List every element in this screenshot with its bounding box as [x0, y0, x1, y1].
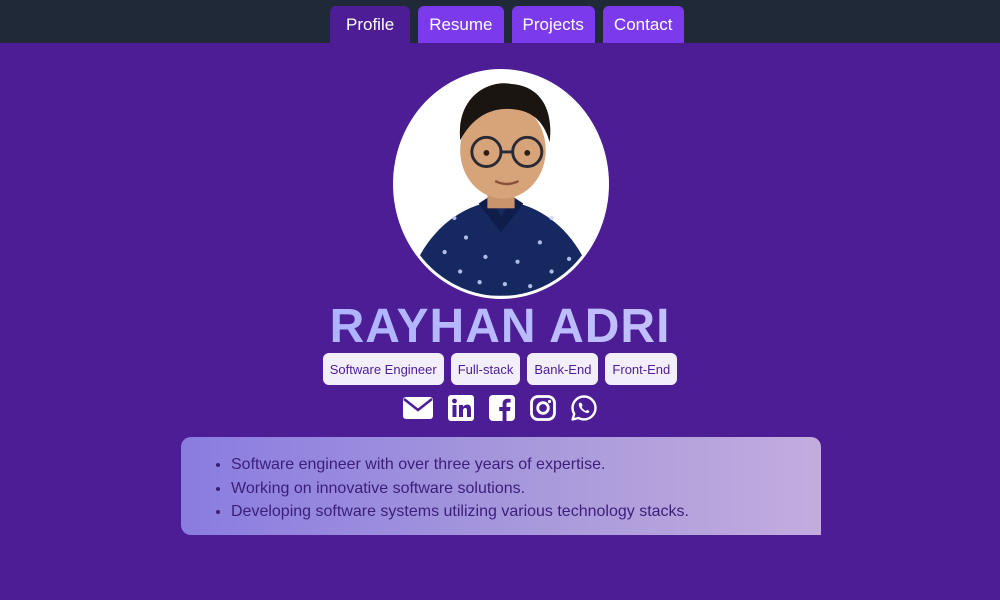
- social-links: [0, 394, 1000, 422]
- summary-list: Software engineer with over three years …: [211, 453, 821, 524]
- nav-tabs: Profile Resume Projects Contact: [330, 6, 684, 43]
- linkedin-icon[interactable]: [447, 394, 475, 422]
- profile-summary: Software engineer with over three years …: [181, 437, 821, 535]
- tab-contact[interactable]: Contact: [602, 6, 684, 43]
- profile-photo: [393, 69, 609, 299]
- role-tags: Software Engineer Full-stack Bank-End Fr…: [0, 353, 1000, 385]
- tag-full-stack: Full-stack: [450, 353, 521, 385]
- tag-back-end: Bank-End: [527, 353, 599, 385]
- profile-name: RAYHAN ADRI: [0, 298, 1000, 356]
- tab-projects[interactable]: Projects: [511, 6, 595, 43]
- whatsapp-icon[interactable]: [570, 394, 598, 422]
- facebook-icon[interactable]: [488, 394, 516, 422]
- tab-profile[interactable]: Profile: [330, 6, 411, 43]
- summary-item: Working on innovative software solutions…: [231, 477, 821, 501]
- summary-item: Software engineer with over three years …: [231, 453, 821, 477]
- summary-item: Developing software systems utilizing va…: [231, 500, 821, 524]
- tab-resume[interactable]: Resume: [418, 6, 504, 43]
- mail-icon[interactable]: [402, 394, 434, 422]
- tag-software-engineer: Software Engineer: [322, 353, 444, 385]
- tag-front-end: Front-End: [605, 353, 678, 385]
- instagram-icon[interactable]: [529, 394, 557, 422]
